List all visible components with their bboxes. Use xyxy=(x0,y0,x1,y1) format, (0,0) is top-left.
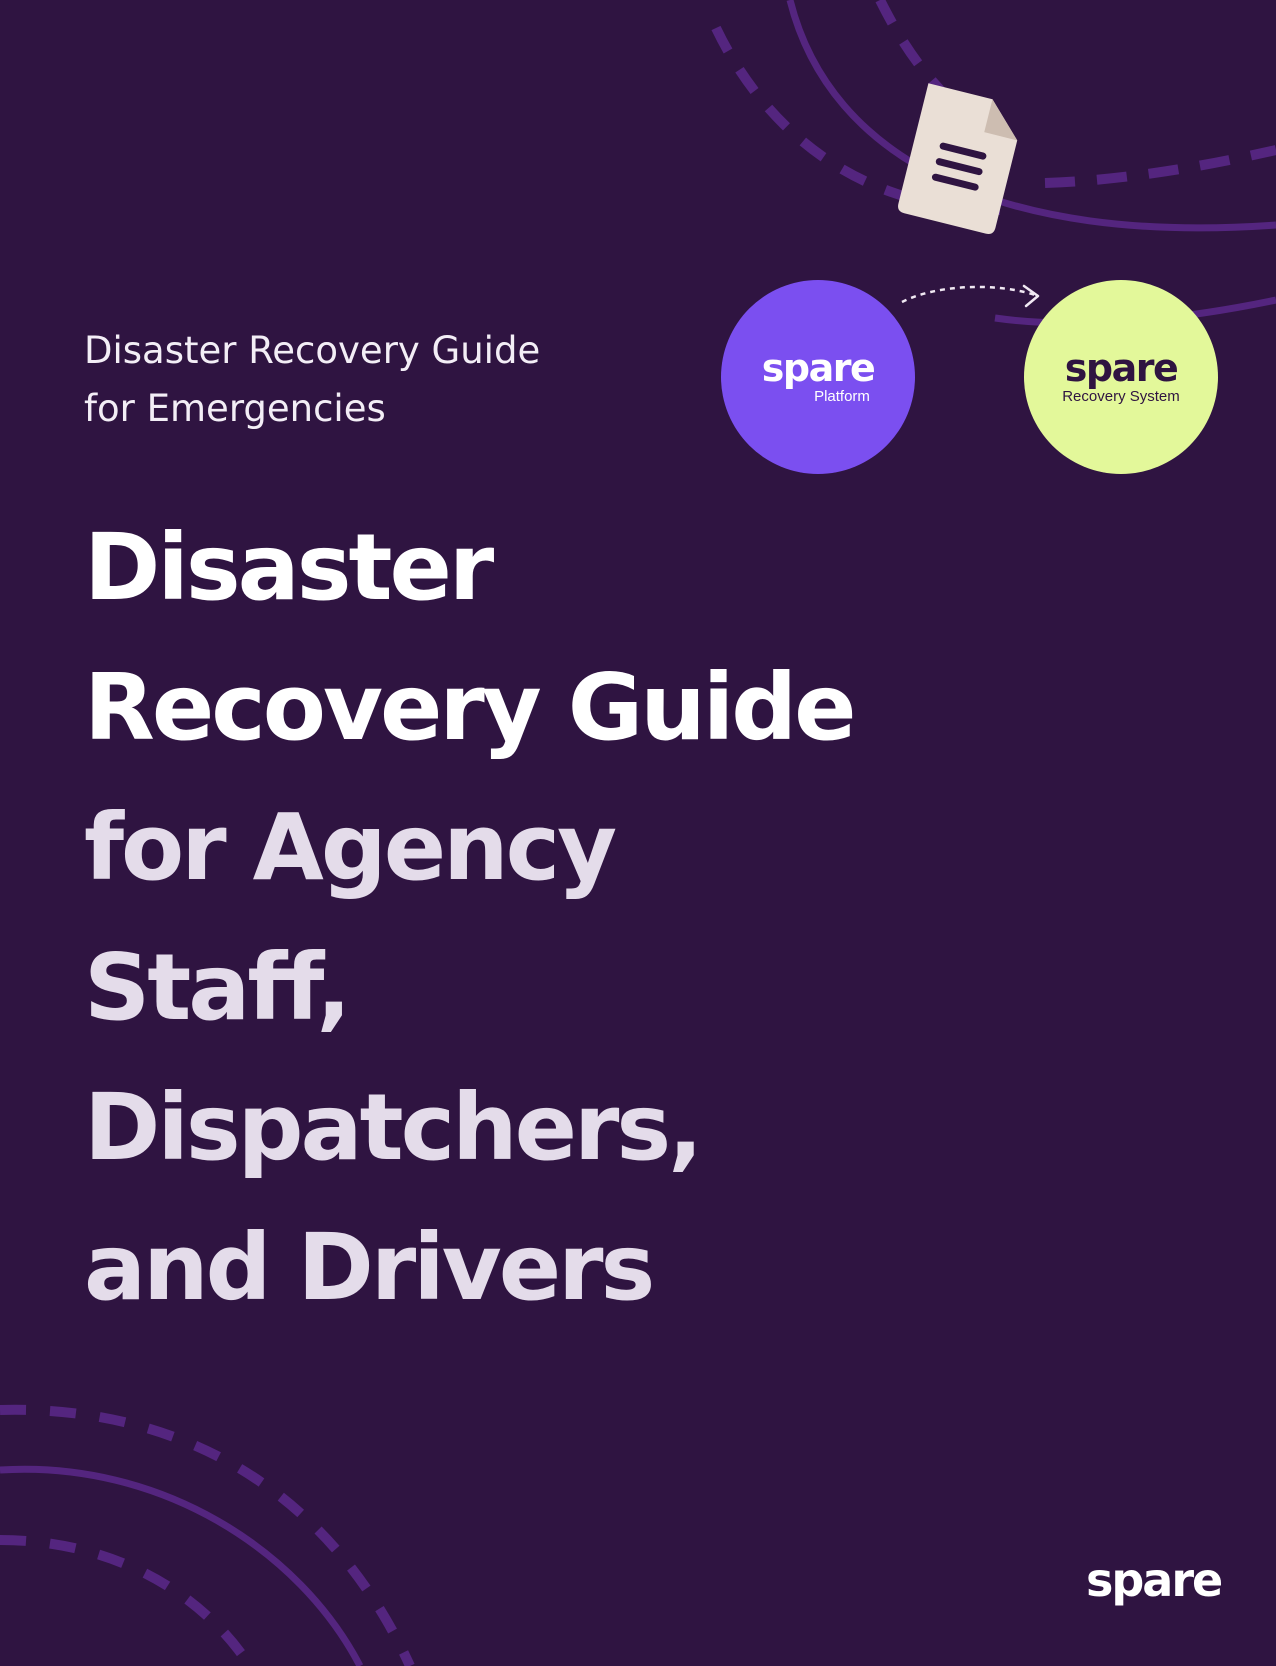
spare-footer-logo: spare xyxy=(1086,1553,1223,1607)
guide-cover: Disaster Recovery Guide for Emergencies … xyxy=(0,0,1276,1666)
subtitle-line-2: for Emergencies xyxy=(84,387,386,430)
spare-recovery-label: Recovery System xyxy=(1062,388,1180,405)
spare-platform-circle: spare Platform xyxy=(721,280,915,474)
title-line-4: Staff, xyxy=(84,934,351,1041)
bottom-curve-solid xyxy=(0,1465,364,1666)
top-curve-dashed-2 xyxy=(1044,145,1276,188)
spare-platform-label: Platform xyxy=(814,388,870,405)
spare-recovery-circle: spare Recovery System xyxy=(1024,280,1218,474)
title-line-2: Recovery Guide xyxy=(84,654,857,761)
spare-recovery-logo: spare xyxy=(1064,346,1179,390)
subtitle-line-1: Disaster Recovery Guide xyxy=(84,329,541,372)
dashed-arrow-icon xyxy=(901,284,1040,308)
cover-subtitle: Disaster Recovery Guide for Emergencies xyxy=(84,322,704,438)
bottom-curve-dashed-1 xyxy=(0,1404,415,1666)
top-curve-dashed-3 xyxy=(875,0,954,104)
title-line-5: Dispatchers, xyxy=(84,1074,703,1181)
title-line-1: Disaster xyxy=(84,514,494,621)
top-curve-solid-outer xyxy=(786,0,1276,232)
spare-platform-logo: spare xyxy=(761,346,876,390)
cover-title: Disaster Recovery Guide for Agency Staff… xyxy=(84,498,1084,1338)
title-line-3: for Agency xyxy=(84,794,617,901)
title-line-6: and Drivers xyxy=(84,1214,655,1321)
document-icon xyxy=(898,83,1018,234)
bottom-curve-dashed-2 xyxy=(0,1535,255,1666)
